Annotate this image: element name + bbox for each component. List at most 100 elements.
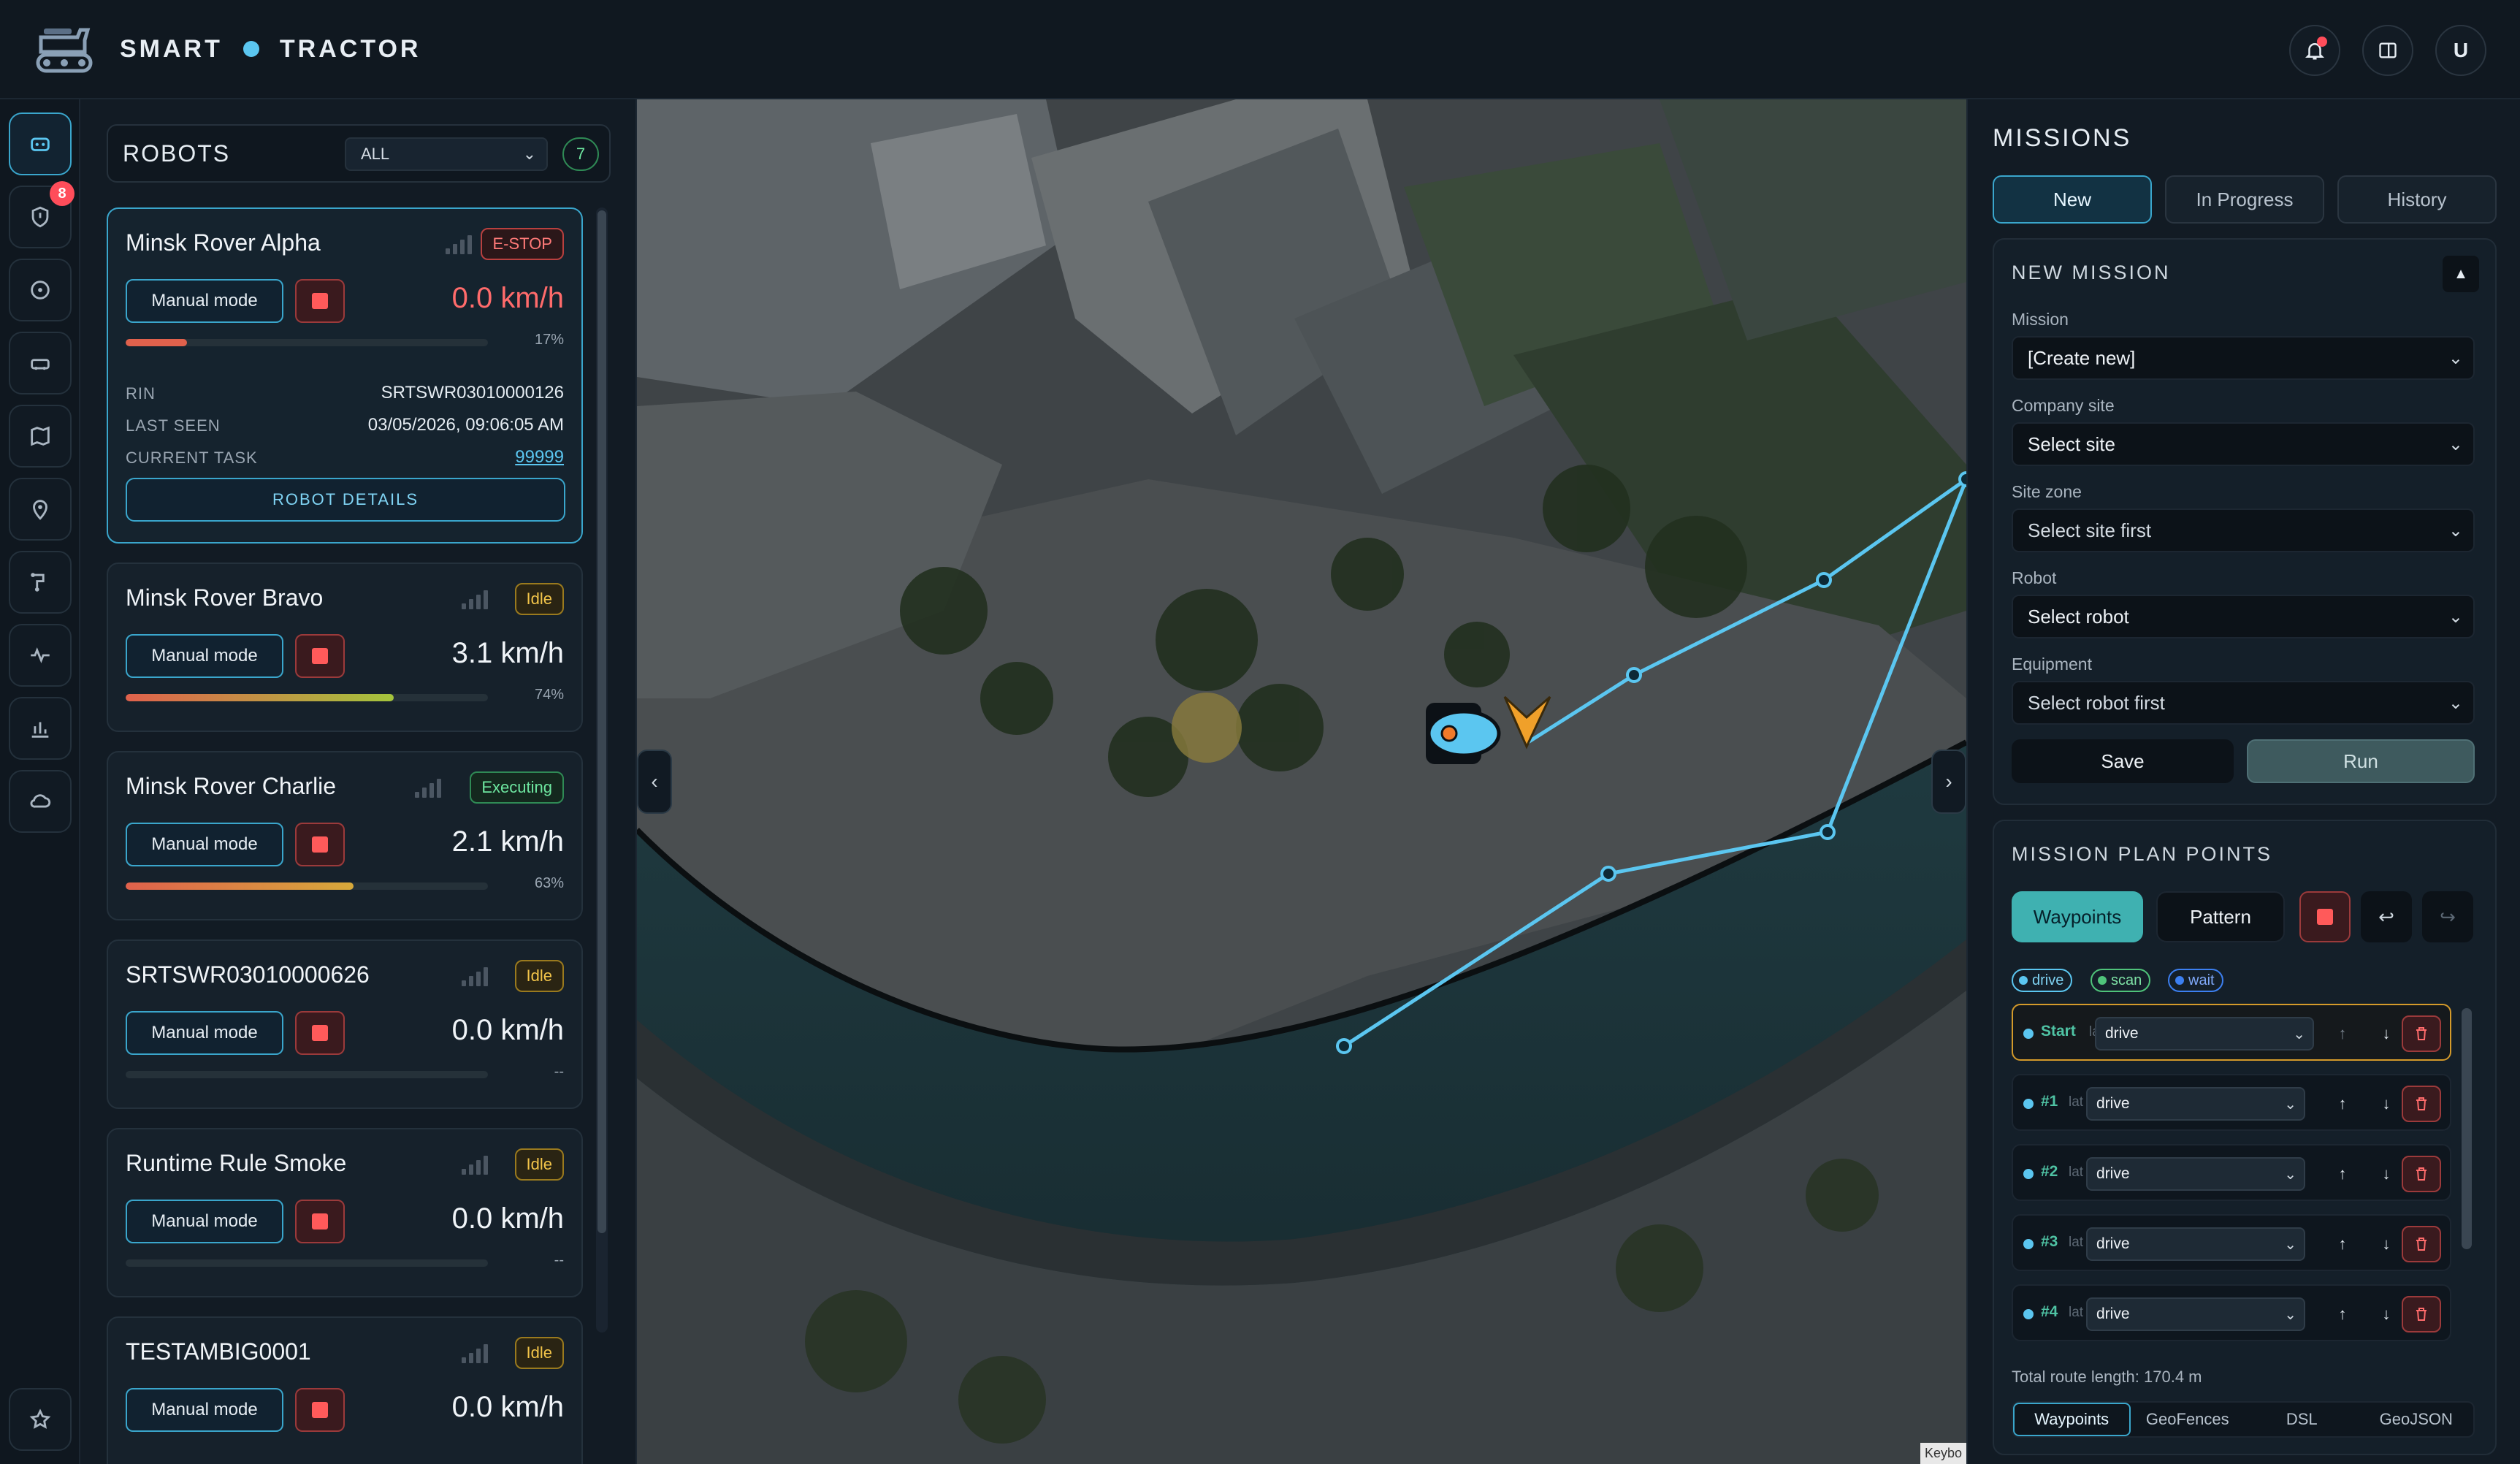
waypoints-scrollbar[interactable]: [2462, 1008, 2472, 1249]
scroll-thumb[interactable]: [597, 210, 606, 1233]
rail-cloud[interactable]: [9, 770, 72, 833]
manual-mode-button[interactable]: Manual mode: [126, 279, 283, 323]
rail-routes[interactable]: [9, 551, 72, 614]
company-site-select[interactable]: Select site ⌄: [2012, 422, 2475, 466]
waypoint-row[interactable]: #3 lat drive ⌄ ↑ ↓: [2012, 1214, 2451, 1271]
rail-maps[interactable]: [9, 405, 72, 468]
move-down-icon[interactable]: ↓: [2375, 1093, 2397, 1115]
mission-select[interactable]: [Create new] ⌄: [2012, 336, 2475, 380]
delete-waypoint-button[interactable]: [2402, 1086, 2441, 1122]
redo-button[interactable]: ↪: [2422, 891, 2473, 942]
robot-card[interactable]: Minsk Rover Alpha E-STOP Manual mode 0.0…: [107, 207, 583, 544]
map-attribution[interactable]: Keybo: [1920, 1443, 1966, 1464]
waypoint-marker[interactable]: [1626, 667, 1642, 683]
collapse-section-button[interactable]: ▲: [2443, 256, 2479, 292]
delete-waypoint-button[interactable]: [2402, 1156, 2441, 1192]
rail-robots[interactable]: [9, 113, 72, 175]
layout-toggle-button[interactable]: [2362, 25, 2413, 76]
manual-mode-button[interactable]: Manual mode: [126, 1011, 283, 1055]
robot-card[interactable]: TESTAMBIG0001 Idle Manual mode 0.0 km/h: [107, 1316, 583, 1464]
waypoint-row[interactable]: Start la drive⌄ ↑ ↓: [2012, 1004, 2451, 1061]
move-up-icon[interactable]: ↑: [2332, 1163, 2353, 1185]
rail-locations[interactable]: [9, 478, 72, 541]
move-down-icon[interactable]: ↓: [2375, 1163, 2397, 1185]
tab-dsl[interactable]: DSL: [2245, 1403, 2359, 1436]
current-task-link[interactable]: 99999: [515, 447, 564, 468]
stop-plan-button[interactable]: [2299, 891, 2351, 942]
chip-wait[interactable]: wait: [2168, 969, 2223, 992]
emergency-stop-button[interactable]: [295, 823, 345, 866]
pattern-mode-button[interactable]: Pattern: [2156, 891, 2285, 942]
emergency-stop-button[interactable]: [295, 279, 345, 323]
robot-card[interactable]: Minsk Rover Charlie Executing Manual mod…: [107, 751, 583, 920]
move-down-icon[interactable]: ↓: [2375, 1023, 2397, 1045]
robot-card[interactable]: SRTSWR03010000626 Idle Manual mode 0.0 k…: [107, 939, 583, 1109]
emergency-stop-button[interactable]: [295, 1200, 345, 1243]
delete-waypoint-button[interactable]: [2402, 1015, 2441, 1052]
rail-safety[interactable]: 8: [9, 181, 75, 248]
robots-scrollbar[interactable]: [596, 207, 608, 1333]
waypoint-action-select[interactable]: drive ⌄: [2086, 1087, 2305, 1121]
move-up-icon[interactable]: ↑: [2332, 1303, 2353, 1325]
robot-card[interactable]: Minsk Rover Bravo Idle Manual mode 3.1 k…: [107, 563, 583, 732]
robot-value: Select robot: [2028, 605, 2129, 628]
robot-select[interactable]: Select robot ⌄: [2012, 595, 2475, 638]
waypoint-action-select[interactable]: drive ⌄: [2095, 1017, 2314, 1051]
waypoint-action-select[interactable]: drive ⌄: [2086, 1227, 2305, 1261]
move-up-icon[interactable]: ↑: [2332, 1233, 2353, 1255]
tab-waypoints[interactable]: Waypoints: [2013, 1403, 2131, 1436]
rail-favorites[interactable]: [9, 1388, 72, 1451]
chip-scan[interactable]: scan: [2091, 969, 2151, 992]
run-button[interactable]: Run: [2247, 739, 2475, 783]
move-up-icon[interactable]: ↑: [2332, 1023, 2353, 1045]
tab-in-progress[interactable]: In Progress: [2165, 175, 2324, 224]
map-view[interactable]: ‹ › Keybo: [637, 99, 1966, 1464]
robots-filter-select[interactable]: ALL ⌄: [345, 137, 548, 171]
collapse-left-button[interactable]: ‹: [637, 750, 672, 814]
rail-telemetry[interactable]: [9, 624, 72, 687]
site-zone-select[interactable]: Select site first ⌄: [2012, 508, 2475, 552]
emergency-stop-button[interactable]: [295, 634, 345, 678]
chip-drive[interactable]: drive: [2012, 969, 2073, 992]
robot-card[interactable]: Runtime Rule Smoke Idle Manual mode 0.0 …: [107, 1128, 583, 1297]
manual-mode-button[interactable]: Manual mode: [126, 823, 283, 866]
waypoint-row[interactable]: #2 lat drive ⌄ ↑ ↓: [2012, 1144, 2451, 1201]
collapse-right-button[interactable]: ›: [1931, 750, 1966, 814]
waypoint-marker[interactable]: [1336, 1038, 1352, 1054]
waypoint-marker[interactable]: [1820, 824, 1836, 840]
manual-mode-button[interactable]: Manual mode: [126, 1388, 283, 1432]
waypoint-marker[interactable]: [1600, 866, 1616, 882]
manual-mode-button[interactable]: Manual mode: [126, 634, 283, 678]
tab-geofences[interactable]: GeoFences: [2131, 1403, 2245, 1436]
equipment-select[interactable]: Select robot first ⌄: [2012, 681, 2475, 725]
move-up-icon[interactable]: ↑: [2332, 1093, 2353, 1115]
robot-details-button[interactable]: ROBOT DETAILS: [126, 478, 565, 522]
brand[interactable]: SMART TRACTOR: [34, 23, 421, 75]
emergency-stop-button[interactable]: [295, 1388, 345, 1432]
user-avatar[interactable]: U: [2435, 25, 2486, 76]
move-down-icon[interactable]: ↓: [2375, 1233, 2397, 1255]
stop-icon: [312, 1025, 328, 1041]
move-down-icon[interactable]: ↓: [2375, 1303, 2397, 1325]
delete-waypoint-button[interactable]: [2402, 1296, 2441, 1333]
rail-fleet[interactable]: [9, 332, 72, 394]
tab-history[interactable]: History: [2337, 175, 2497, 224]
manual-mode-button[interactable]: Manual mode: [126, 1200, 283, 1243]
emergency-stop-button[interactable]: [295, 1011, 345, 1055]
tab-new[interactable]: New: [1993, 175, 2152, 224]
tab-geojson[interactable]: GeoJSON: [2359, 1403, 2474, 1436]
rail-analytics[interactable]: [9, 697, 72, 760]
waypoint-action-select[interactable]: drive ⌄: [2086, 1297, 2305, 1331]
undo-button[interactable]: ↩: [2361, 891, 2412, 942]
rail-dashboard[interactable]: [9, 259, 72, 321]
notifications-button[interactable]: [2289, 25, 2340, 76]
waypoint-action-select[interactable]: drive ⌄: [2086, 1157, 2305, 1191]
waypoint-row[interactable]: #4 lat drive ⌄ ↑ ↓: [2012, 1284, 2451, 1341]
waypoint-marker[interactable]: [1958, 471, 1966, 487]
waypoint-marker[interactable]: [1816, 572, 1832, 588]
waypoints-mode-button[interactable]: Waypoints: [2012, 891, 2143, 942]
save-button[interactable]: Save: [2012, 739, 2234, 783]
waypoint-row[interactable]: #1 lat drive ⌄ ↑ ↓: [2012, 1074, 2451, 1131]
new-mission-section: NEW MISSION ▲ Mission [Create new] ⌄ Comp…: [1993, 238, 2497, 805]
delete-waypoint-button[interactable]: [2402, 1226, 2441, 1262]
